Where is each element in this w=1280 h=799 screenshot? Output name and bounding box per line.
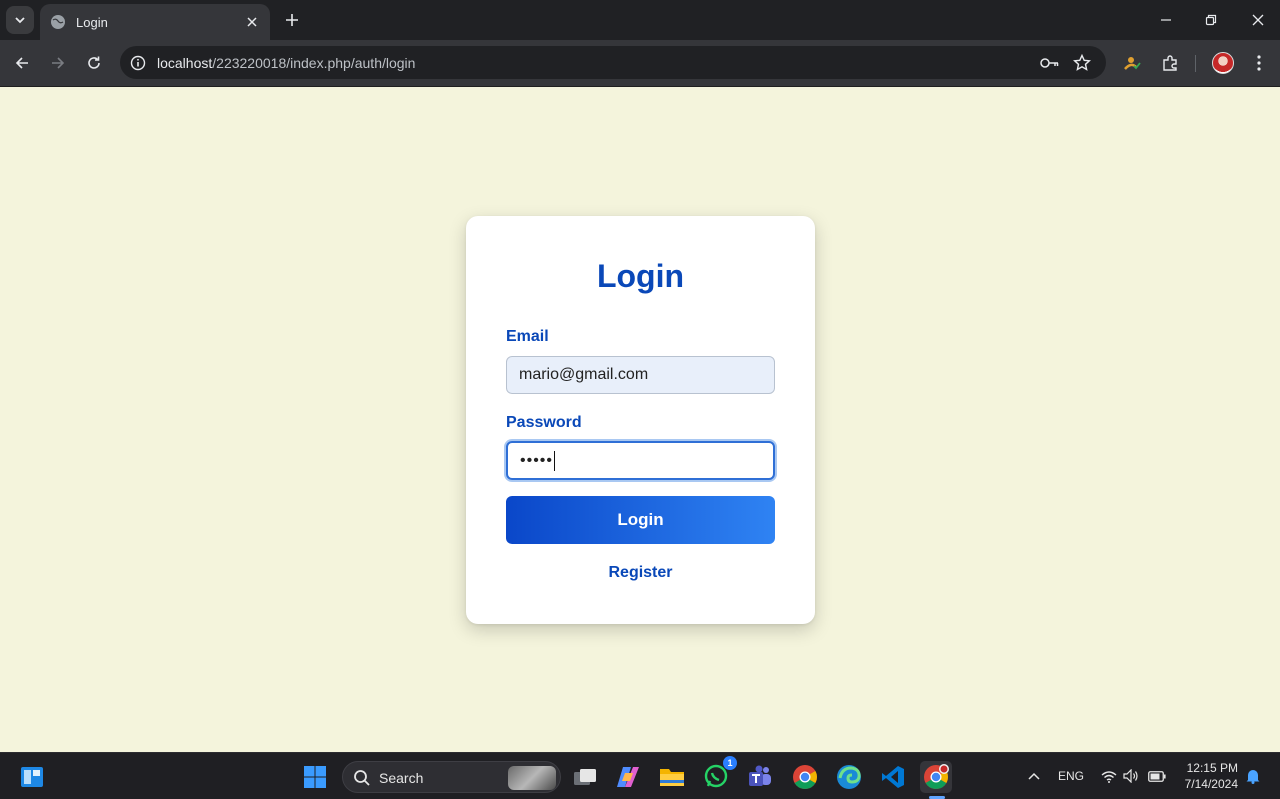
profile-extension-icon[interactable] (1121, 52, 1143, 74)
forward-button[interactable] (47, 52, 69, 74)
more-menu-icon[interactable] (1248, 52, 1270, 74)
chrome-button[interactable] (789, 761, 821, 793)
address-bar[interactable]: localhost/223220018/index.php/auth/login (120, 46, 1106, 79)
text-caret (554, 450, 556, 471)
windows-taskbar: Search 1 ENG 12:15 PM 7/14/2024 (0, 752, 1280, 799)
reload-button[interactable] (83, 52, 105, 74)
close-tab-icon[interactable] (244, 14, 260, 30)
password-field[interactable]: ••••• (506, 441, 775, 480)
restore-icon (1205, 14, 1217, 26)
whatsapp-button[interactable]: 1 (700, 756, 737, 793)
folder-icon (660, 769, 684, 786)
search-label: Search (379, 770, 424, 786)
toolbar-separator (1195, 55, 1196, 72)
email-label: Email (506, 328, 549, 345)
login-card: Login Email mario@gmail.com Password •••… (466, 216, 815, 624)
clock-date: 7/14/2024 (1184, 777, 1238, 791)
vscode-button[interactable] (877, 761, 909, 793)
new-tab-button[interactable] (282, 10, 302, 30)
password-key-icon[interactable] (1040, 53, 1060, 73)
url-path: /223220018/index.php/auth/login (212, 55, 416, 71)
password-label: Password (506, 414, 582, 431)
chrome-profile-icon (924, 764, 949, 789)
reload-icon (88, 56, 100, 69)
site-info-icon[interactable] (128, 53, 148, 73)
windows-logo-icon (304, 766, 326, 788)
task-view-button[interactable] (569, 761, 601, 793)
arrow-right-icon (52, 57, 65, 69)
edge-icon (837, 765, 861, 789)
arrow-left-icon (15, 57, 28, 69)
search-icon (354, 770, 370, 786)
browser-toolbar: localhost/223220018/index.php/auth/login (0, 40, 1280, 87)
url-host: localhost (157, 55, 213, 71)
profile-avatar[interactable] (1212, 52, 1234, 74)
bookmark-star-icon[interactable] (1072, 53, 1092, 73)
tab-title: Login (76, 14, 108, 30)
notification-bell-icon[interactable] (1243, 765, 1263, 787)
battery-icon[interactable] (1146, 765, 1168, 787)
url-text: localhost/223220018/index.php/auth/login (157, 55, 415, 71)
password-value: ••••• (520, 451, 554, 469)
clock-time: 12:15 PM (1186, 761, 1238, 775)
volume-icon[interactable] (1121, 765, 1141, 787)
search-highlight-image (508, 766, 556, 790)
teams-button[interactable] (744, 761, 776, 793)
wifi-icon[interactable] (1099, 765, 1119, 787)
copilot-button[interactable] (612, 761, 644, 793)
tab-search-button[interactable] (6, 6, 34, 34)
chevron-up-icon (1028, 772, 1040, 780)
close-window-button[interactable] (1248, 10, 1268, 30)
plus-icon (286, 14, 298, 26)
file-explorer-button[interactable] (656, 761, 688, 793)
minimize-icon (1161, 19, 1171, 21)
minimize-button[interactable] (1156, 10, 1176, 30)
notification-badge: 1 (723, 756, 737, 770)
globe-icon (50, 14, 66, 30)
show-hidden-icons-button[interactable] (1024, 765, 1044, 787)
task-view-icon (574, 769, 596, 785)
chevron-down-icon (15, 17, 25, 24)
start-button[interactable] (299, 761, 331, 793)
vscode-icon (882, 766, 904, 788)
widgets-icon (21, 767, 43, 787)
extensions-puzzle-icon[interactable] (1159, 52, 1181, 74)
chrome-icon (793, 765, 817, 789)
browser-tab[interactable]: Login (40, 4, 270, 40)
email-value: mario@gmail.com (519, 366, 649, 383)
chrome-active-button[interactable] (920, 761, 952, 793)
login-button[interactable]: Login (506, 496, 775, 544)
browser-tab-bar: Login (0, 0, 1280, 40)
login-heading: Login (596, 258, 685, 294)
taskbar-search[interactable]: Search (342, 761, 561, 793)
teams-icon (749, 765, 771, 786)
register-link[interactable]: Register (466, 564, 815, 582)
close-icon (1252, 14, 1264, 26)
back-button[interactable] (11, 52, 33, 74)
language-indicator[interactable]: ENG (1056, 765, 1086, 787)
widgets-button[interactable] (16, 761, 48, 793)
system-clock[interactable]: 12:15 PM 7/14/2024 (1176, 760, 1238, 792)
email-field[interactable]: mario@gmail.com (506, 356, 775, 394)
restore-button[interactable] (1201, 10, 1221, 30)
copilot-icon (617, 767, 639, 787)
edge-button[interactable] (833, 761, 865, 793)
